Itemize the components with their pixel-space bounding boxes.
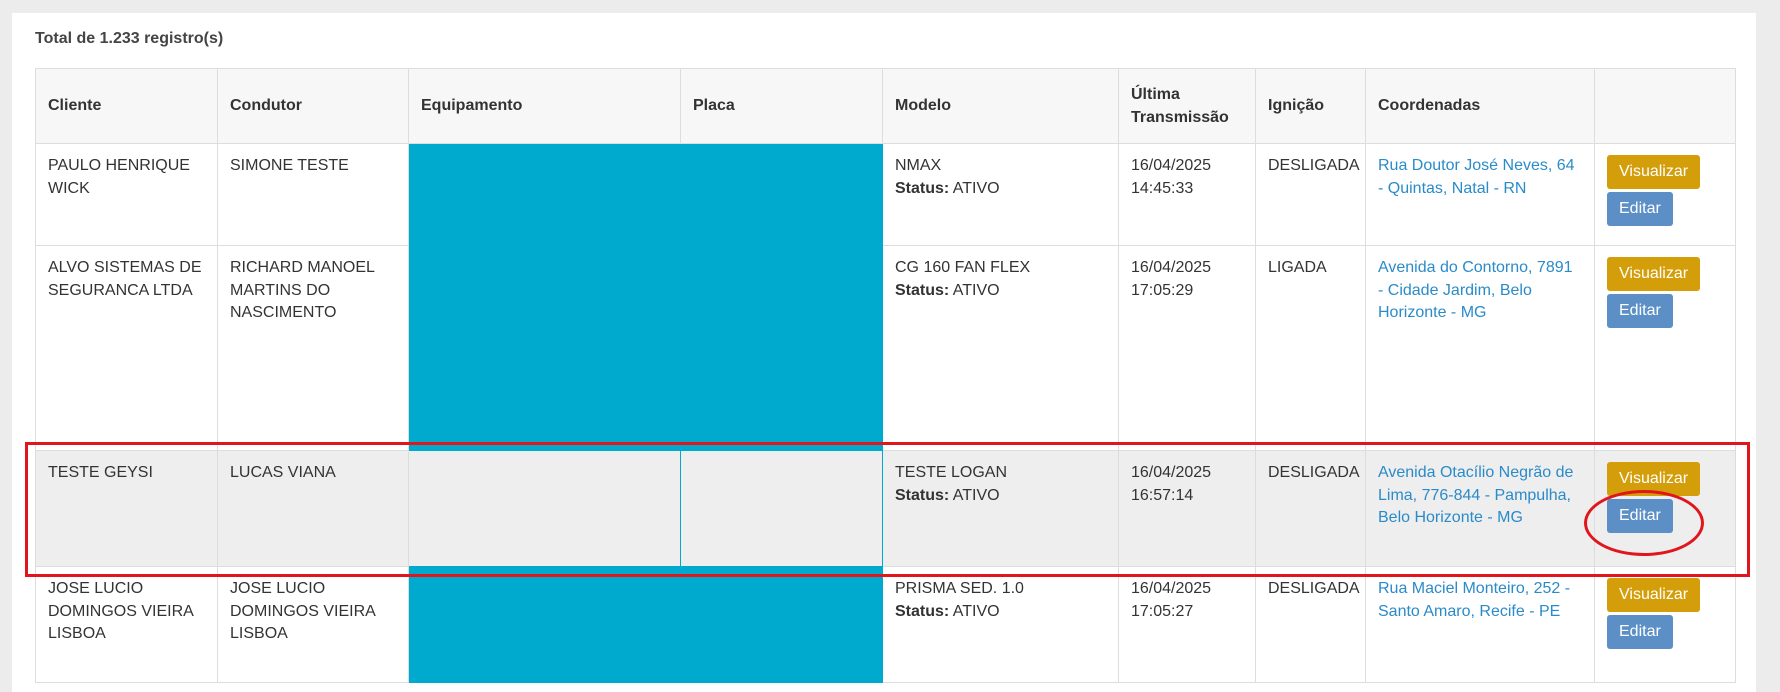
cell-cliente: TESTE GEYSI <box>35 450 218 567</box>
cell-ignicao: DESLIGADA <box>1255 143 1366 246</box>
cell-equipamento-redacted <box>408 143 681 246</box>
modelo-status: Status: ATIVO <box>895 280 1106 303</box>
status-label: Status: <box>895 602 950 620</box>
transmission-time: 17:05:29 <box>1131 281 1194 299</box>
status-value: ATIVO <box>952 179 1000 197</box>
cell-placa-redacted <box>680 566 883 683</box>
cell-cliente: PAULO HENRIQUE WICK <box>35 143 218 246</box>
transmission-date: 16/04/2025 <box>1131 259 1212 276</box>
editar-button[interactable]: Editar <box>1607 615 1673 649</box>
cell-actions: Visualizar Editar <box>1594 143 1736 246</box>
table-row: JOSE LUCIO DOMINGOS VIEIRA LISBOA JOSE L… <box>35 566 1736 683</box>
status-label: Status: <box>895 281 950 299</box>
status-value: ATIVO <box>952 281 1000 299</box>
cell-coordenadas: Avenida do Contorno, 7891 - Cidade Jardi… <box>1365 245 1595 451</box>
cell-condutor: JOSE LUCIO DOMINGOS VIEIRA LISBOA <box>217 566 409 683</box>
column-header-ultima-transmissao[interactable]: Última Transmissão <box>1118 68 1256 144</box>
editar-button[interactable]: Editar <box>1607 294 1673 328</box>
cell-cliente: JOSE LUCIO DOMINGOS VIEIRA LISBOA <box>35 566 218 683</box>
cell-placa-redacted <box>680 450 883 567</box>
cell-ignicao: DESLIGADA <box>1255 566 1366 683</box>
table-row-highlighted: TESTE GEYSI LUCAS VIANA TESTE LOGAN Stat… <box>35 450 1736 567</box>
transmission-date: 16/04/2025 <box>1131 580 1212 597</box>
cell-condutor: RICHARD MANOEL MARTINS DO NASCIMENTO <box>217 245 409 451</box>
cell-placa-redacted <box>680 245 883 451</box>
cell-ignicao: DESLIGADA <box>1255 450 1366 567</box>
cell-actions: Visualizar Editar <box>1594 245 1736 451</box>
column-header-modelo[interactable]: Modelo <box>882 68 1119 144</box>
cell-ultima-transmissao: 16/04/2025 17:05:29 <box>1118 245 1256 451</box>
transmission-time: 14:45:33 <box>1131 179 1194 197</box>
cell-equipamento-redacted <box>408 245 681 451</box>
cell-ultima-transmissao: 16/04/2025 16:57:14 <box>1118 450 1256 567</box>
modelo-status: Status: ATIVO <box>895 485 1106 508</box>
column-header-actions <box>1594 68 1736 144</box>
visualizar-button[interactable]: Visualizar <box>1607 257 1701 291</box>
address-link[interactable]: Rua Maciel Monteiro, 252 - Santo Amaro, … <box>1378 580 1570 620</box>
visualizar-button[interactable]: Visualizar <box>1607 578 1701 612</box>
modelo-status: Status: ATIVO <box>895 601 1106 624</box>
cell-modelo: CG 160 FAN FLEX Status: ATIVO <box>882 245 1119 451</box>
column-header-cliente[interactable]: Cliente <box>35 68 218 144</box>
column-header-placa[interactable]: Placa <box>680 68 883 144</box>
address-link[interactable]: Avenida Otacílio Negrão de Lima, 776-844… <box>1378 464 1573 526</box>
cell-ultima-transmissao: 16/04/2025 17:05:27 <box>1118 566 1256 683</box>
column-header-condutor[interactable]: Condutor <box>217 68 409 144</box>
table-row: ALVO SISTEMAS DE SEGURANCA LTDA RICHARD … <box>35 245 1736 451</box>
cell-cliente: ALVO SISTEMAS DE SEGURANCA LTDA <box>35 245 218 451</box>
transmission-time: 16:57:14 <box>1131 486 1194 504</box>
cell-equipamento-redacted <box>408 566 681 683</box>
cell-condutor: LUCAS VIANA <box>217 450 409 567</box>
address-link[interactable]: Rua Doutor José Neves, 64 - Quintas, Nat… <box>1378 157 1575 197</box>
cell-coordenadas: Avenida Otacílio Negrão de Lima, 776-844… <box>1365 450 1595 567</box>
cell-condutor: SIMONE TESTE <box>217 143 409 246</box>
cell-ultima-transmissao: 16/04/2025 14:45:33 <box>1118 143 1256 246</box>
status-label: Status: <box>895 486 950 504</box>
visualizar-button[interactable]: Visualizar <box>1607 155 1701 189</box>
column-header-equipamento[interactable]: Equipamento <box>408 68 681 144</box>
table-row: PAULO HENRIQUE WICK SIMONE TESTE NMAX St… <box>35 143 1736 246</box>
status-value: ATIVO <box>952 486 1000 504</box>
address-link[interactable]: Avenida do Contorno, 7891 - Cidade Jardi… <box>1378 259 1573 321</box>
cell-equipamento-redacted <box>408 450 681 567</box>
cell-ignicao: LIGADA <box>1255 245 1366 451</box>
total-records-label: Total de 1.233 registro(s) <box>35 30 224 47</box>
transmission-time: 17:05:27 <box>1131 602 1194 620</box>
transmission-date: 16/04/2025 <box>1131 157 1212 174</box>
modelo-name: PRISMA SED. 1.0 <box>895 580 1024 597</box>
column-header-ignicao[interactable]: Ignição <box>1255 68 1366 144</box>
modelo-name: CG 160 FAN FLEX <box>895 259 1031 276</box>
editar-button[interactable]: Editar <box>1607 192 1673 226</box>
cell-modelo: PRISMA SED. 1.0 Status: ATIVO <box>882 566 1119 683</box>
editar-button[interactable]: Editar <box>1607 499 1673 533</box>
transmission-date: 16/04/2025 <box>1131 464 1212 481</box>
cell-coordenadas: Rua Doutor José Neves, 64 - Quintas, Nat… <box>1365 143 1595 246</box>
cell-coordenadas: Rua Maciel Monteiro, 252 - Santo Amaro, … <box>1365 566 1595 683</box>
cell-actions: Visualizar Editar <box>1594 566 1736 683</box>
table-header-row: Cliente Condutor Equipamento Placa Model… <box>35 68 1736 144</box>
visualizar-button[interactable]: Visualizar <box>1607 462 1701 496</box>
status-label: Status: <box>895 179 950 197</box>
modelo-name: NMAX <box>895 157 942 174</box>
column-header-coordenadas[interactable]: Coordenadas <box>1365 68 1595 144</box>
modelo-name: TESTE LOGAN <box>895 464 1008 481</box>
cell-modelo: TESTE LOGAN Status: ATIVO <box>882 450 1119 567</box>
cell-modelo: NMAX Status: ATIVO <box>882 143 1119 246</box>
status-value: ATIVO <box>952 602 1000 620</box>
cell-actions: Visualizar Editar <box>1594 450 1736 567</box>
vehicles-table: Cliente Condutor Equipamento Placa Model… <box>35 68 1736 683</box>
modelo-status: Status: ATIVO <box>895 178 1106 201</box>
cell-placa-redacted <box>680 143 883 246</box>
